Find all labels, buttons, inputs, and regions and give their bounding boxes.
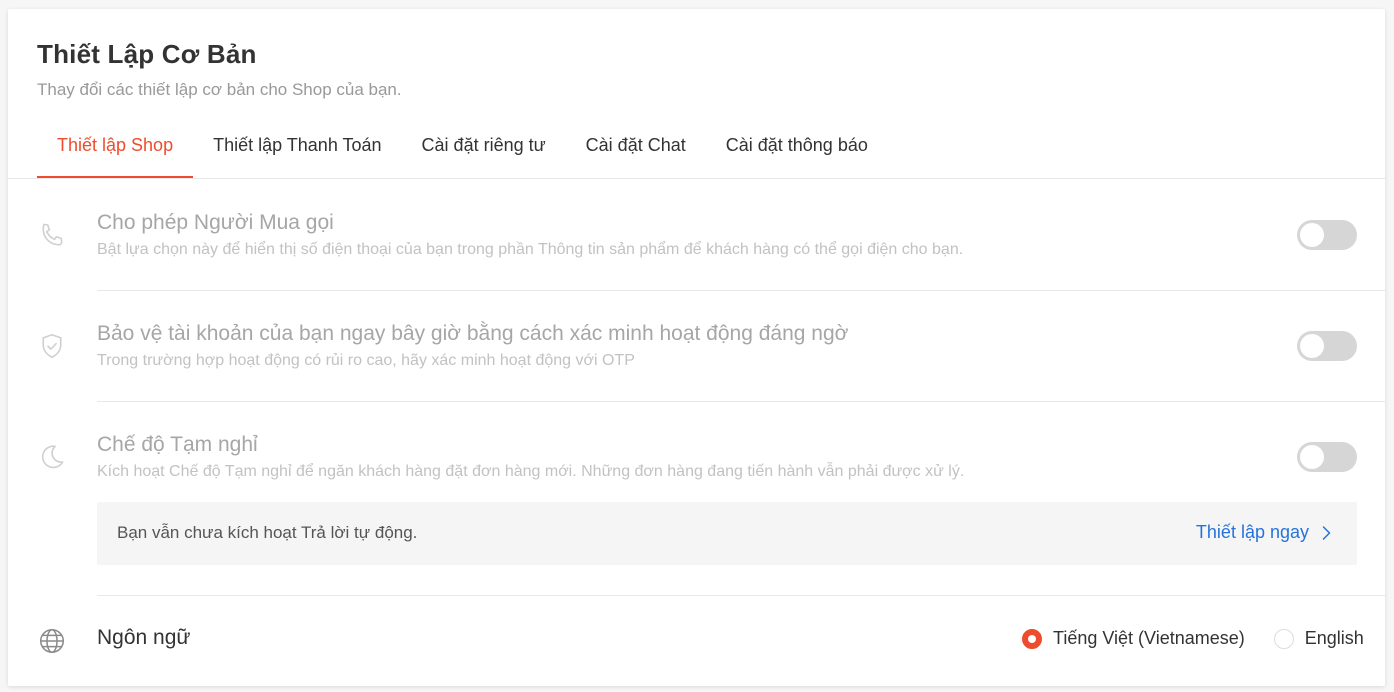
tabs-divider [8, 178, 1385, 179]
language-option-vietnamese[interactable]: Tiếng Việt (Vietnamese) [1022, 628, 1245, 649]
setting-description: Bật lựa chọn này để hiển thị số điện tho… [97, 241, 964, 258]
moon-icon [37, 442, 67, 472]
settings-tabs: Thiết lập Shop Thiết lập Thanh Toán Cài … [37, 121, 888, 179]
language-radio-group: Tiếng Việt (Vietnamese) English [1022, 628, 1364, 649]
chevron-right-icon [1322, 525, 1331, 540]
settings-card: Thiết Lập Cơ Bản Thay đổi các thiết lập … [8, 9, 1385, 686]
shield-check-icon [37, 331, 67, 361]
row-divider [97, 401, 1385, 402]
setting-title: Cho phép Người Mua gọi [97, 211, 334, 234]
setup-now-label: Thiết lập ngay [1195, 522, 1309, 542]
radio-selected[interactable] [1022, 628, 1042, 649]
allow-calls-toggle[interactable] [1297, 220, 1357, 250]
tab-payment-settings[interactable]: Thiết lập Thanh Toán [193, 121, 401, 179]
language-option-label: English [1304, 628, 1364, 648]
setting-title: Chế độ Tạm nghỉ [97, 433, 258, 456]
vacation-mode-toggle[interactable] [1297, 442, 1357, 472]
account-protection-toggle[interactable] [1297, 331, 1357, 361]
notice-text: Bạn vẫn chưa kích hoạt Trả lời tự động. [117, 523, 418, 542]
language-title: Ngôn ngữ [97, 626, 191, 649]
page-title: Thiết Lập Cơ Bản [37, 39, 257, 69]
setting-description: Trong trường hợp hoạt động có rủi ro cao… [97, 352, 635, 369]
tab-privacy-settings[interactable]: Cài đặt riêng tư [402, 121, 566, 179]
tab-shop-settings[interactable]: Thiết lập Shop [37, 121, 194, 179]
toggle-knob [1300, 445, 1324, 469]
tab-notification-settings[interactable]: Cài đặt thông báo [706, 121, 888, 179]
row-divider [97, 595, 1385, 596]
auto-reply-notice: Bạn vẫn chưa kích hoạt Trả lời tự động. … [97, 502, 1357, 565]
page-subtitle: Thay đổi các thiết lập cơ bản cho Shop c… [37, 80, 402, 99]
setup-now-link[interactable]: Thiết lập ngay [1196, 522, 1333, 543]
toggle-knob [1300, 334, 1324, 358]
row-divider [97, 290, 1385, 291]
phone-icon [37, 221, 67, 251]
language-option-label: Tiếng Việt (Vietnamese) [1053, 628, 1245, 648]
toggle-knob [1300, 223, 1324, 247]
setting-title: Bảo vệ tài khoản của bạn ngay bây giờ bằ… [97, 322, 849, 345]
radio-unselected[interactable] [1273, 628, 1294, 649]
globe-icon [37, 626, 67, 656]
tab-chat-settings[interactable]: Cài đặt Chat [566, 121, 706, 179]
language-option-english[interactable]: English [1273, 628, 1364, 649]
setting-description: Kích hoạt Chế độ Tạm nghỉ để ngăn khách … [97, 463, 965, 480]
